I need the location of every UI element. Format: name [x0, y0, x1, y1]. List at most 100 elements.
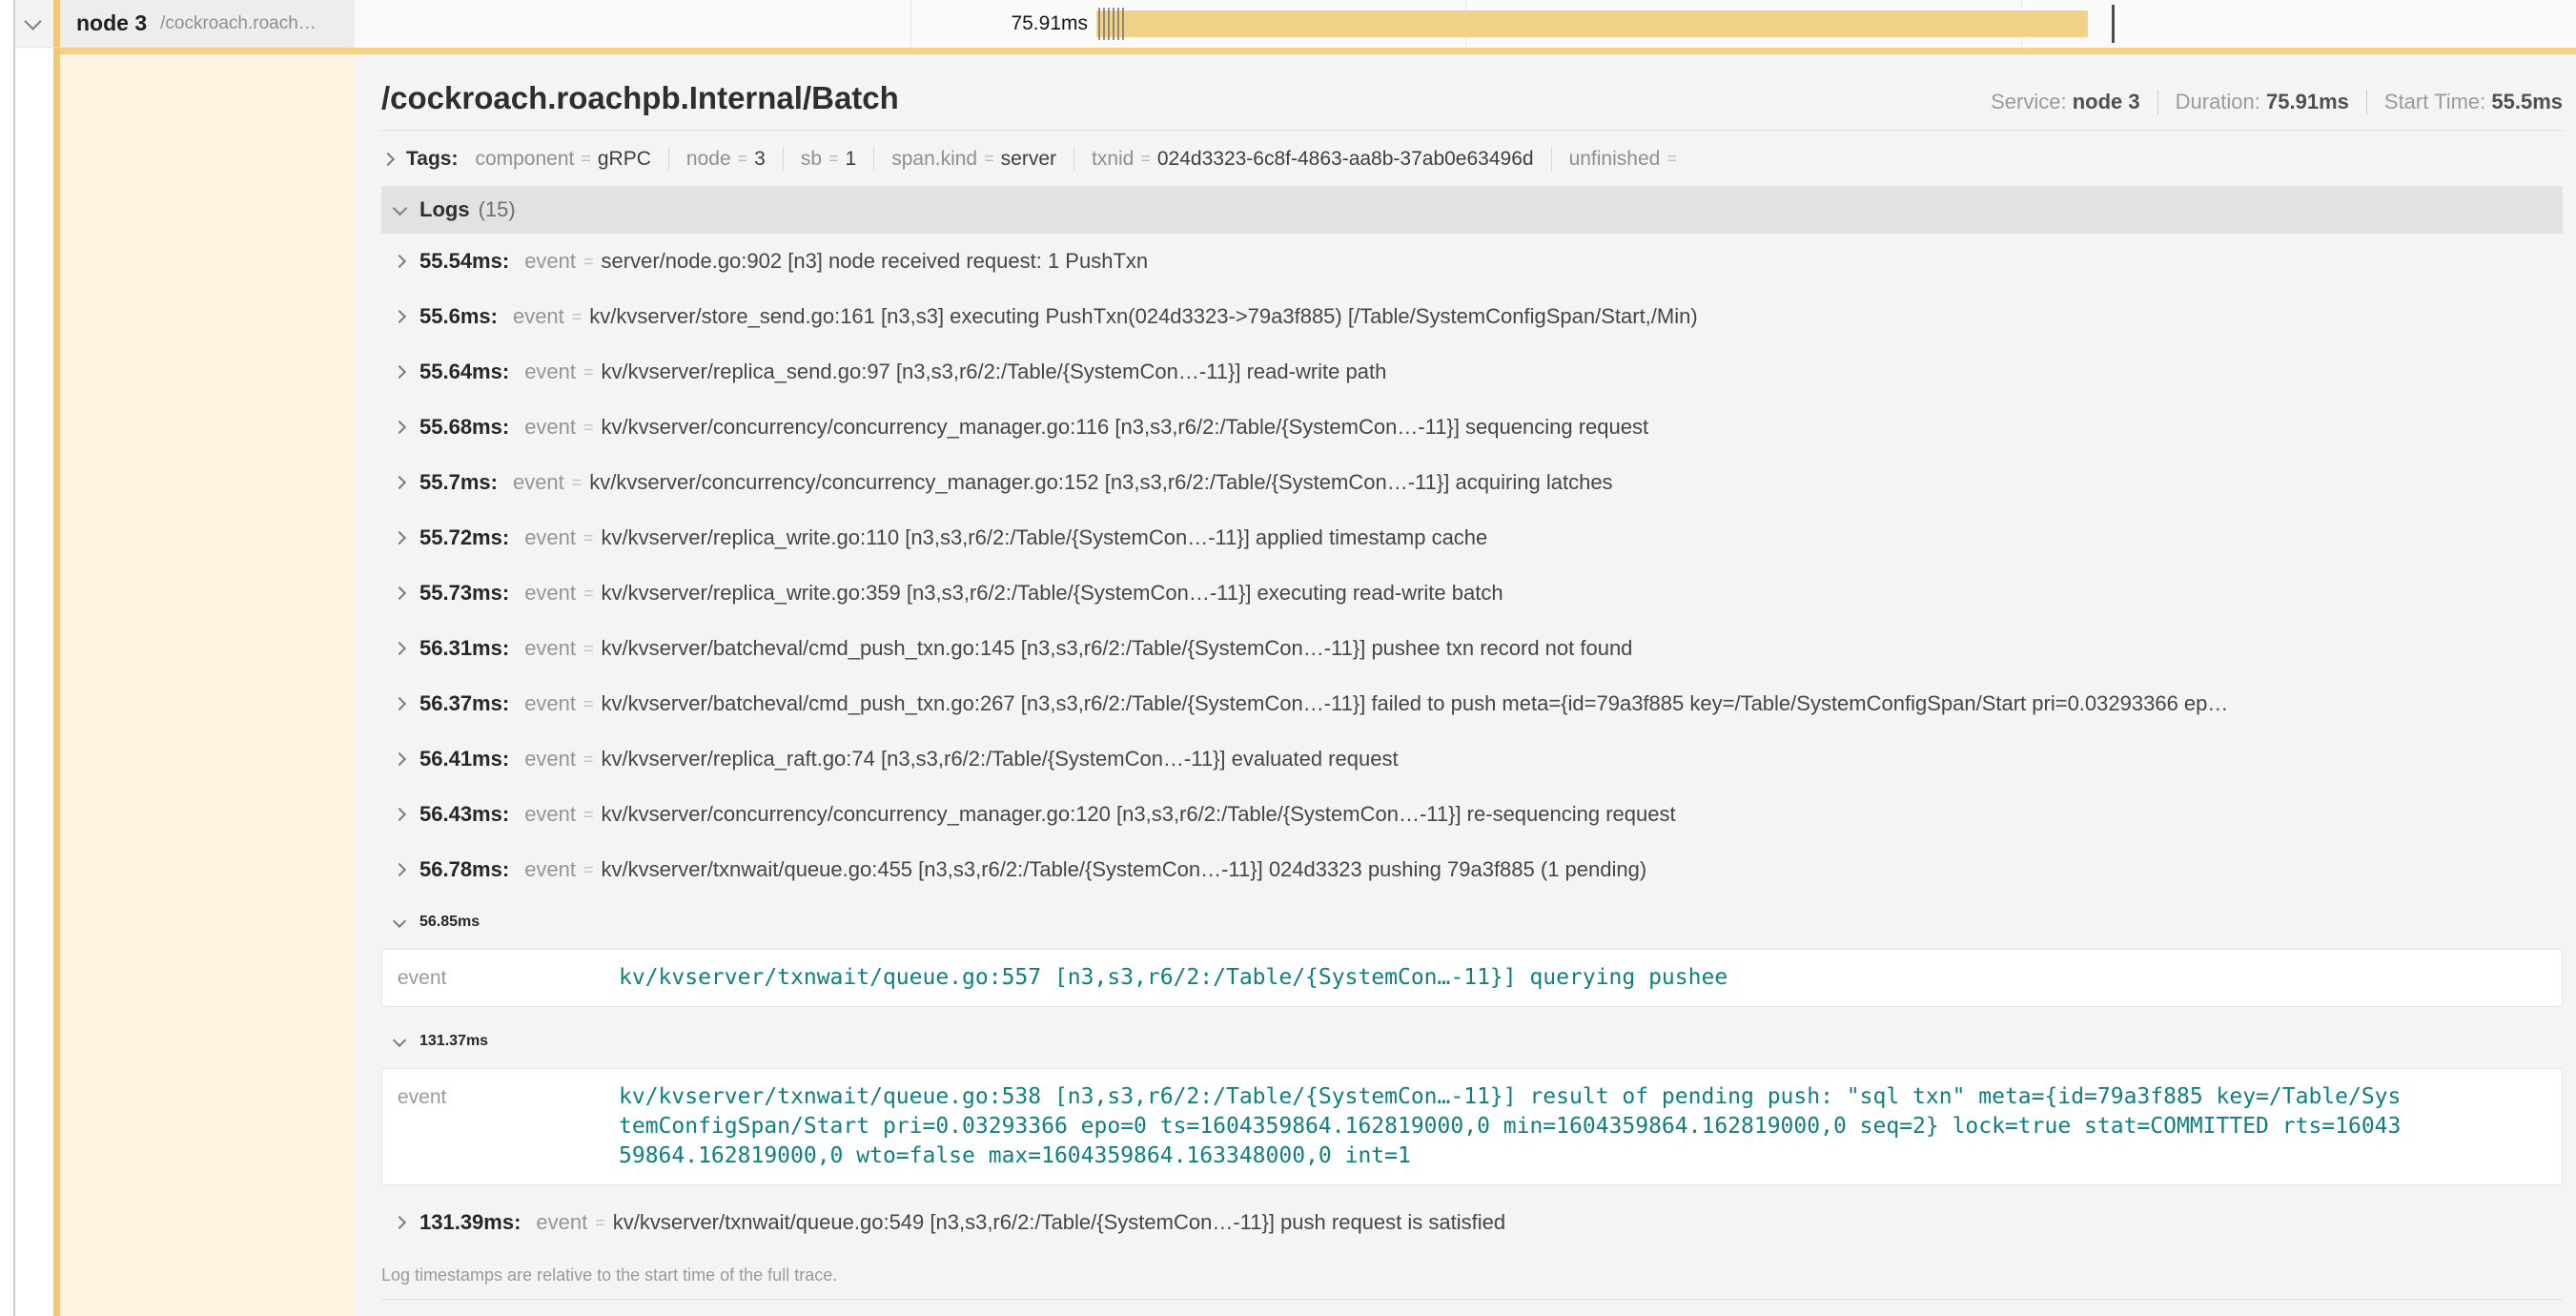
- tag-value: 024d3323-6c8f-4863-aa8b-37ab0e63496d: [1157, 148, 1534, 171]
- logs-count: (15): [479, 197, 516, 222]
- equals-sign: =: [583, 805, 594, 825]
- overview-start-time: Start Time: 55.5ms: [2366, 90, 2563, 114]
- log-timestamp: 56.37ms:: [419, 691, 509, 716]
- log-field-key: event: [524, 249, 576, 274]
- equals-sign: =: [738, 149, 748, 169]
- log-row[interactable]: 56.31ms: event = kv/kvserver/batcheval/c…: [381, 621, 2563, 676]
- log-rows: 55.54ms: event = server/node.go:902 [n3]…: [381, 234, 2563, 1250]
- overview-duration: Duration: 75.91ms: [2157, 90, 2366, 114]
- log-field-key: event: [524, 636, 576, 661]
- logs-title: Logs: [419, 197, 470, 222]
- duration-label: Duration:: [2176, 90, 2260, 113]
- span-bar[interactable]: [1096, 10, 2088, 37]
- equals-sign: =: [583, 639, 594, 659]
- page-title: /cockroach.roachpb.Internal/Batch: [381, 79, 899, 117]
- equals-sign: =: [581, 149, 591, 169]
- tag-item[interactable]: span.kind = server: [856, 147, 1056, 171]
- detail-accent-border: [53, 48, 2576, 54]
- log-row[interactable]: 131.39ms: event = kv/kvserver/txnwait/qu…: [381, 1195, 2563, 1250]
- log-field-key: event: [524, 525, 576, 550]
- chevron-down-icon: [393, 914, 406, 927]
- log-field-value: kv/kvserver/replica_write.go:359 [n3,s3,…: [602, 581, 1503, 606]
- span-name-tab[interactable]: node 3 /cockroach.roach…: [53, 0, 355, 47]
- tag-separator: [1073, 147, 1074, 171]
- logs-accordion-toggle[interactable]: Logs (15): [381, 186, 2563, 234]
- span-color-stripe: [53, 48, 60, 1316]
- equals-sign: =: [828, 149, 839, 169]
- tag-item[interactable]: unfinished =: [1534, 147, 1684, 171]
- tag-value: server: [1001, 148, 1056, 171]
- equals-sign: =: [583, 750, 594, 770]
- equals-sign: =: [583, 860, 594, 880]
- log-field-key: event: [513, 304, 564, 329]
- tag-item[interactable]: component = gRPC: [475, 148, 650, 171]
- equals-sign: =: [583, 418, 594, 438]
- chevron-right-icon: [393, 697, 406, 710]
- chevron-right-icon: [393, 421, 406, 434]
- log-row[interactable]: 56.37ms: event = kv/kvserver/batcheval/c…: [381, 676, 2563, 731]
- log-row[interactable]: 55.7ms: event = kv/kvserver/concurrency/…: [381, 455, 2563, 510]
- tag-item[interactable]: node = 3: [651, 147, 766, 171]
- equals-sign: =: [583, 528, 594, 548]
- log-tick: [1113, 8, 1114, 40]
- log-timestamp: 56.78ms:: [419, 857, 509, 882]
- log-field-key: event: [524, 360, 576, 384]
- chevron-right-icon: [393, 586, 406, 600]
- log-row[interactable]: 55.64ms: event = kv/kvserver/replica_sen…: [381, 344, 2563, 400]
- log-field-value: kv/kvserver/batcheval/cmd_push_txn.go:26…: [602, 691, 2229, 716]
- header-divider: [381, 130, 2563, 131]
- log-field-value: kv/kvserver/store_send.go:161 [n3,s3] ex…: [589, 304, 1697, 329]
- equals-sign: =: [583, 584, 594, 604]
- tag-value: gRPC: [598, 148, 651, 171]
- tag-key: unfinished: [1569, 148, 1661, 171]
- chevron-right-icon: [393, 255, 406, 268]
- log-row[interactable]: 55.54ms: event = server/node.go:902 [n3]…: [381, 234, 2563, 289]
- log-row-expanded: 131.37ms event kv/kvserver/txnwait/queue…: [381, 1017, 2563, 1185]
- log-field-key: event: [524, 581, 576, 606]
- chevron-right-icon: [393, 752, 406, 766]
- log-field-value: kv/kvserver/txnwait/queue.go:538 [n3,s3,…: [619, 1082, 2411, 1171]
- tag-separator: [873, 147, 874, 171]
- log-timestamp: 55.68ms:: [419, 415, 509, 440]
- log-row-toggle[interactable]: 131.37ms: [381, 1017, 2563, 1066]
- tag-item[interactable]: txnid = 024d3323-6c8f-4863-aa8b-37ab0e63…: [1056, 147, 1534, 171]
- chevron-down-icon: [393, 1033, 406, 1046]
- log-row[interactable]: 56.43ms: event = kv/kvserver/concurrency…: [381, 787, 2563, 842]
- chevron-right-icon: [393, 1216, 406, 1229]
- log-row[interactable]: 55.73ms: event = kv/kvserver/replica_wri…: [381, 565, 2563, 621]
- tag-separator: [1551, 147, 1552, 171]
- tags-accordion-toggle[interactable]: Tags: component = gRPC node = 3 sb = 1 s…: [381, 147, 2563, 171]
- tag-item[interactable]: sb = 1: [766, 147, 856, 171]
- chevron-right-icon: [393, 476, 406, 489]
- log-timestamp: 55.72ms:: [419, 525, 509, 550]
- chevron-right-icon: [393, 642, 406, 655]
- log-field-key: event: [513, 470, 564, 495]
- log-row[interactable]: 55.6ms: event = kv/kvserver/store_send.g…: [381, 289, 2563, 344]
- log-field-key: event: [398, 1082, 619, 1112]
- log-row[interactable]: 55.72ms: event = kv/kvserver/replica_wri…: [381, 510, 2563, 565]
- log-row[interactable]: 56.41ms: event = kv/kvserver/replica_raf…: [381, 731, 2563, 787]
- log-field-key: event: [524, 802, 576, 827]
- log-row-toggle[interactable]: 56.85ms: [381, 897, 2563, 947]
- log-row[interactable]: 55.68ms: event = kv/kvserver/concurrency…: [381, 400, 2563, 455]
- start-time-label: Start Time:: [2384, 90, 2485, 113]
- log-field-value: kv/kvserver/txnwait/queue.go:549 [n3,s3,…: [613, 1210, 1505, 1235]
- chevron-down-icon[interactable]: [24, 12, 41, 30]
- log-row[interactable]: 56.78ms: event = kv/kvserver/txnwait/que…: [381, 842, 2563, 897]
- tag-separator: [783, 147, 784, 171]
- tag-separator: [668, 147, 669, 171]
- duration-value: 75.91ms: [2266, 90, 2349, 113]
- log-tick: [1117, 8, 1119, 40]
- log-field-value: kv/kvserver/concurrency/concurrency_mana…: [602, 415, 1649, 440]
- overview-service: Service: node 3: [1973, 90, 2157, 114]
- service-value: node 3: [2073, 90, 2140, 113]
- detail-header: /cockroach.roachpb.Internal/Batch Servic…: [381, 79, 2563, 117]
- chevron-down-icon: [393, 200, 408, 216]
- log-event-detail: event kv/kvserver/txnwait/queue.go:538 […: [381, 1068, 2563, 1185]
- span-row: node 3 /cockroach.roach… 75.91ms: [0, 0, 2576, 48]
- equals-sign: =: [583, 362, 594, 382]
- chevron-right-icon: [393, 310, 406, 323]
- log-field-key: event: [398, 963, 619, 993]
- log-field-value: kv/kvserver/concurrency/concurrency_mana…: [589, 470, 1612, 495]
- log-timestamp: 55.73ms:: [419, 581, 509, 606]
